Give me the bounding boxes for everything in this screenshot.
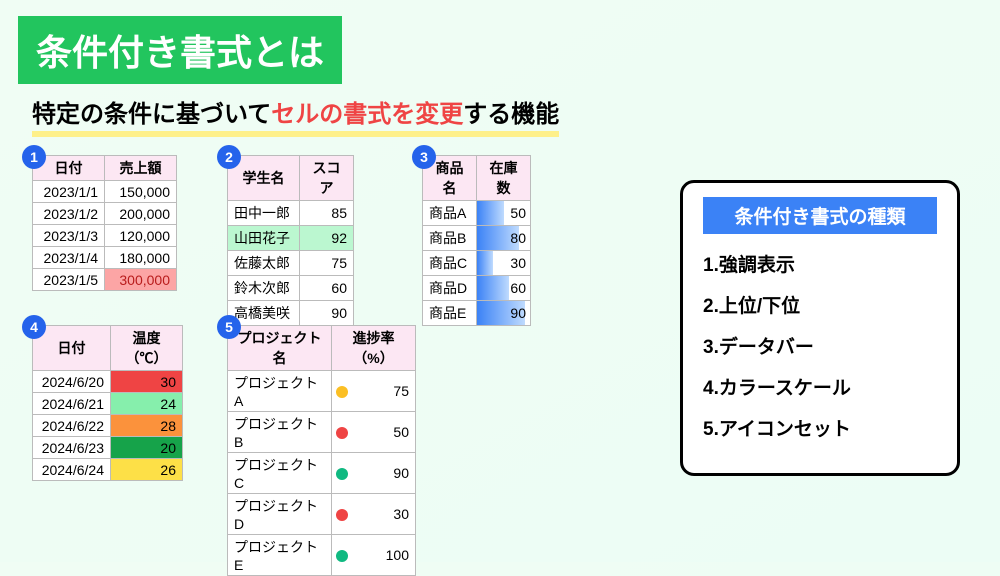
product-cell: 商品A (423, 201, 477, 226)
name-cell: 田中一郎 (228, 201, 300, 226)
project-cell: プロジェクトE (228, 535, 332, 576)
temp-cell: 24 (111, 393, 183, 415)
value-cell: 180,000 (105, 247, 177, 269)
badge-5: 5 (217, 315, 241, 339)
databar-cell: 90 (477, 301, 531, 326)
page-title: 条件付き書式とは (18, 16, 342, 84)
score-cell: 90 (300, 301, 354, 326)
date-cell: 2024/6/21 (33, 393, 111, 415)
progress-cell: 75 (332, 371, 416, 412)
progress-value: 50 (393, 424, 409, 440)
name-cell: 佐藤太郎 (228, 251, 300, 276)
stock-value: 30 (477, 255, 530, 271)
progress-cell: 100 (332, 535, 416, 576)
legend-title: 条件付き書式の種類 (703, 197, 937, 234)
table-5-iconset: プロジェクト名進捗率（%）プロジェクトA 75 プロジェクトB 50 プロジェクトC 90… (227, 325, 416, 576)
date-cell: 2024/6/23 (33, 437, 111, 459)
progress-value: 100 (386, 547, 409, 563)
table4-wrap: 4 日付温度（℃）2024/6/20302024/6/21242024/6/22… (32, 325, 183, 481)
badge-3: 3 (412, 145, 436, 169)
temp-cell: 28 (111, 415, 183, 437)
table5-wrap: 5 プロジェクト名進捗率（%）プロジェクトA75プロジェクトB50プロジェクトC… (227, 325, 416, 576)
date-cell: 2023/1/4 (33, 247, 105, 269)
subtitle-prefix: 特定の条件に基づいて (32, 101, 271, 128)
status-dot-icon (336, 550, 348, 562)
table-2-topbottom: 学生名スコア田中一郎85山田花子92佐藤太郎75鈴木次郎60高橋美咲90 (227, 155, 354, 326)
value-cell: 120,000 (105, 225, 177, 247)
temp-cell: 30 (111, 371, 183, 393)
legend-item: 4.カラースケール (703, 373, 937, 400)
table1-wrap: 1 日付売上額2023/1/1150,0002023/1/2200,000202… (32, 155, 177, 291)
databar-cell: 60 (477, 276, 531, 301)
databar-cell: 50 (477, 201, 531, 226)
badge-4: 4 (22, 315, 46, 339)
progress-cell: 50 (332, 412, 416, 453)
date-cell: 2024/6/20 (33, 371, 111, 393)
progress-cell: 90 (332, 453, 416, 494)
legend-item: 1.強調表示 (703, 250, 937, 277)
stock-value: 60 (477, 280, 530, 296)
progress-value: 30 (393, 506, 409, 522)
column-header: 進捗率（%） (332, 326, 416, 371)
status-dot-icon (336, 509, 348, 521)
stock-value: 90 (477, 305, 530, 321)
score-cell: 85 (300, 201, 354, 226)
name-cell: 鈴木次郎 (228, 276, 300, 301)
subtitle-highlight: セルの書式を変更 (271, 101, 463, 128)
column-header: プロジェクト名 (228, 326, 332, 371)
subtitle: 特定の条件に基づいてセルの書式を変更する機能 (32, 94, 559, 137)
table3-wrap: 3 商品名在庫数商品A50商品B80商品C30商品D60商品E90 (422, 155, 531, 326)
score-cell: 92 (300, 226, 354, 251)
temp-cell: 26 (111, 459, 183, 481)
stock-value: 80 (477, 230, 530, 246)
temp-cell: 20 (111, 437, 183, 459)
table-4-colorscale: 日付温度（℃）2024/6/20302024/6/21242024/6/2228… (32, 325, 183, 481)
column-header: 在庫数 (477, 156, 531, 201)
progress-value: 75 (393, 383, 409, 399)
column-header: スコア (300, 156, 354, 201)
table2-wrap: 2 学生名スコア田中一郎85山田花子92佐藤太郎75鈴木次郎60高橋美咲90 (227, 155, 354, 326)
status-dot-icon (336, 427, 348, 439)
value-cell: 150,000 (105, 181, 177, 203)
badge-1: 1 (22, 145, 46, 169)
score-cell: 75 (300, 251, 354, 276)
legend-item: 2.上位/下位 (703, 291, 937, 318)
date-cell: 2023/1/5 (33, 269, 105, 291)
progress-cell: 30 (332, 494, 416, 535)
score-cell: 60 (300, 276, 354, 301)
legend-box: 条件付き書式の種類 1.強調表示 2.上位/下位 3.データバー 4.カラースケール 5… (680, 180, 960, 476)
date-cell: 2023/1/2 (33, 203, 105, 225)
table-3-databar: 商品名在庫数商品A50商品B80商品C30商品D60商品E90 (422, 155, 531, 326)
column-header: 売上額 (105, 156, 177, 181)
product-cell: 商品B (423, 226, 477, 251)
project-cell: プロジェクトB (228, 412, 332, 453)
value-cell: 300,000 (105, 269, 177, 291)
product-cell: 商品E (423, 301, 477, 326)
date-cell: 2023/1/1 (33, 181, 105, 203)
badge-2: 2 (217, 145, 241, 169)
project-cell: プロジェクトA (228, 371, 332, 412)
status-dot-icon (336, 468, 348, 480)
column-header: 温度（℃） (111, 326, 183, 371)
project-cell: プロジェクトC (228, 453, 332, 494)
project-cell: プロジェクトD (228, 494, 332, 535)
date-cell: 2024/6/24 (33, 459, 111, 481)
table-1-highlight: 日付売上額2023/1/1150,0002023/1/2200,0002023/… (32, 155, 177, 291)
legend-item: 3.データバー (703, 332, 937, 359)
product-cell: 商品C (423, 251, 477, 276)
progress-value: 90 (393, 465, 409, 481)
product-cell: 商品D (423, 276, 477, 301)
databar-cell: 80 (477, 226, 531, 251)
status-dot-icon (336, 386, 348, 398)
date-cell: 2023/1/3 (33, 225, 105, 247)
value-cell: 200,000 (105, 203, 177, 225)
stock-value: 50 (477, 205, 530, 221)
legend-item: 5.アイコンセット (703, 414, 937, 441)
date-cell: 2024/6/22 (33, 415, 111, 437)
name-cell: 山田花子 (228, 226, 300, 251)
databar-cell: 30 (477, 251, 531, 276)
subtitle-suffix: する機能 (463, 101, 559, 128)
